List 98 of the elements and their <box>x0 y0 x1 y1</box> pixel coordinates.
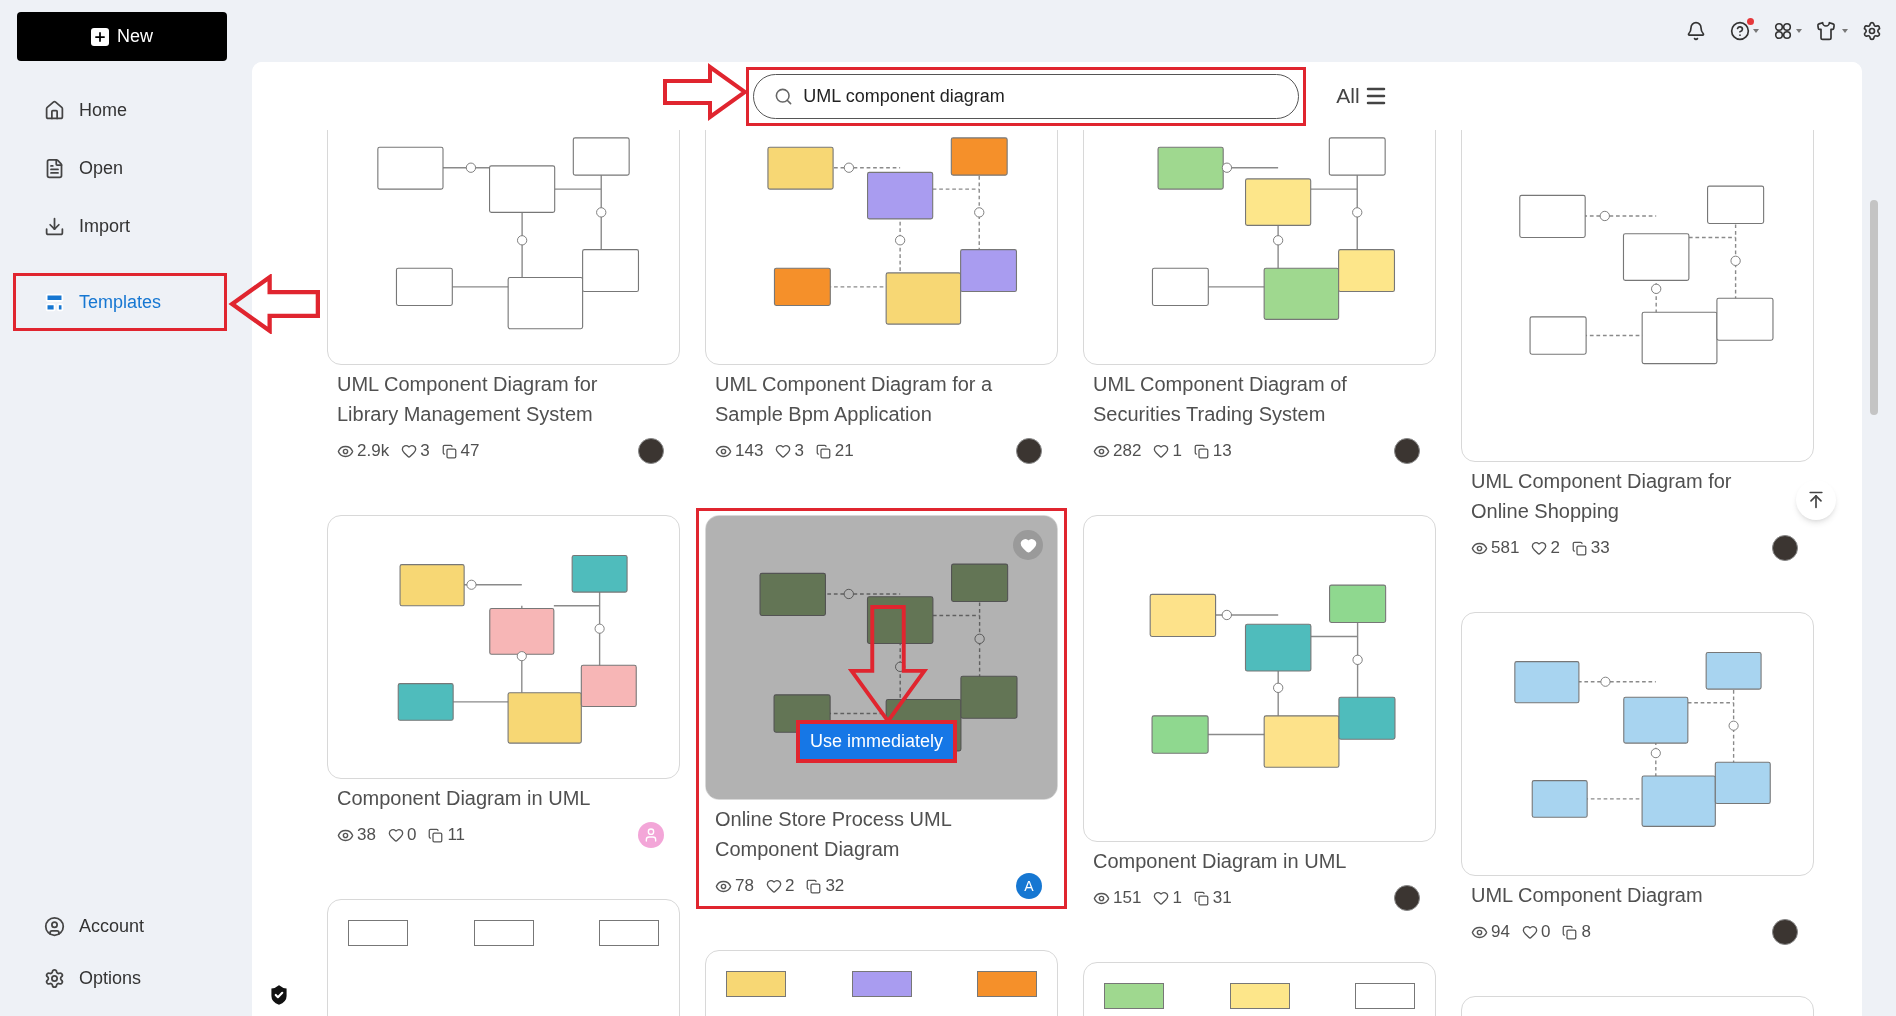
heart-icon <box>1019 536 1037 554</box>
like-icon <box>765 878 782 894</box>
caret-icon[interactable] <box>1753 29 1759 33</box>
nav-item[interactable]: Options <box>16 952 224 1004</box>
template-title[interactable]: Online Store Process UML Component Diagram <box>715 804 1018 864</box>
nav-icon <box>44 291 65 313</box>
like-icon <box>401 443 418 459</box>
nav-icon <box>44 215 65 237</box>
views-count: 581 <box>1491 537 1520 560</box>
scroll-to-top-button[interactable] <box>1796 480 1836 520</box>
template-thumbnail[interactable] <box>327 515 680 779</box>
template-title[interactable]: UML Component Diagram for a Sample Bpm Application <box>715 369 1018 429</box>
template-title[interactable]: UML Component Diagram for Library Management System <box>337 369 640 429</box>
search-input[interactable]: UML component diagram <box>803 82 1279 110</box>
template-title[interactable]: UML Component Diagram for Online Shopping <box>1471 466 1774 526</box>
copies-count: 33 <box>1590 537 1610 560</box>
new-button[interactable]: New <box>17 12 227 61</box>
views-count: 2.9k <box>357 440 390 463</box>
copy-icon <box>1562 924 1578 940</box>
copies-count: 8 <box>1581 921 1591 944</box>
template-title[interactable]: Component Diagram in UML <box>337 783 640 813</box>
copies-count: 32 <box>825 875 845 898</box>
copies-count: 31 <box>1212 887 1232 910</box>
copy-icon <box>428 827 444 843</box>
favorite-button[interactable] <box>1013 530 1043 560</box>
use-immediately-button[interactable]: Use immediately <box>800 724 954 759</box>
gear-icon <box>44 967 65 989</box>
copy-icon <box>1193 890 1209 906</box>
shirt-icon[interactable] <box>1816 21 1836 41</box>
nav-item[interactable]: Templates <box>16 276 224 328</box>
avatar-photo[interactable] <box>638 438 664 464</box>
copies-count: 21 <box>834 440 854 463</box>
views-count: 78 <box>735 875 754 898</box>
diagram-box <box>348 920 408 946</box>
template-title[interactable]: Component Diagram in UML <box>1093 846 1396 876</box>
apps-icon[interactable] <box>1773 21 1793 41</box>
copy-icon <box>441 443 457 459</box>
diagram-box <box>1104 983 1164 1009</box>
likes-count: 3 <box>794 440 804 463</box>
nav-item[interactable]: Account <box>16 900 224 952</box>
arrow-up-icon <box>1806 490 1826 510</box>
copy-icon <box>1193 443 1209 459</box>
template-title[interactable]: UML Component Diagram <box>1471 880 1774 910</box>
like-icon <box>387 827 404 843</box>
nav-icon <box>44 157 65 179</box>
diagram-box <box>977 971 1037 997</box>
likes-count: 3 <box>420 440 430 463</box>
diagram-box <box>1355 983 1415 1009</box>
avatar-photo[interactable] <box>1016 438 1042 464</box>
views-count: 282 <box>1113 440 1142 463</box>
scrollbar-thumb[interactable] <box>1870 200 1878 415</box>
likes-count: 1 <box>1172 887 1182 910</box>
help-icon[interactable] <box>1730 21 1750 41</box>
search-icon <box>774 86 794 106</box>
like-icon <box>1531 540 1548 556</box>
views-count: 143 <box>735 440 764 463</box>
template-thumbnail[interactable] <box>1461 612 1814 876</box>
views-count: 94 <box>1491 921 1510 944</box>
nav-item[interactable]: Open <box>16 142 224 194</box>
diagram-box <box>726 971 786 997</box>
avatar-photo[interactable] <box>1772 919 1798 945</box>
caret-icon[interactable] <box>1842 29 1848 33</box>
avatar-photo[interactable] <box>1772 535 1798 561</box>
like-icon <box>1153 890 1170 906</box>
diagram-box <box>1229 983 1290 1009</box>
copies-count: 47 <box>460 440 480 463</box>
copy-icon <box>806 878 822 894</box>
caret-icon[interactable] <box>1796 29 1802 33</box>
nav-item[interactable]: Import <box>16 200 224 252</box>
copies-count: 11 <box>447 824 466 847</box>
likes-count: 2 <box>784 875 795 898</box>
likes-count: 1 <box>1172 440 1182 463</box>
nav-icon <box>44 99 65 121</box>
plus-icon <box>91 27 109 46</box>
notification-icon[interactable] <box>1686 21 1706 41</box>
template-title[interactable]: UML Component Diagram of Securities Trading System <box>1093 369 1396 429</box>
template-thumbnail[interactable]: Use immediately <box>705 515 1058 800</box>
like-icon <box>1153 443 1170 459</box>
nav-item[interactable]: Home <box>16 84 224 136</box>
copies-count: 13 <box>1212 440 1232 463</box>
filter-button[interactable]: All <box>1336 80 1388 112</box>
avatar-photo[interactable] <box>1394 885 1420 911</box>
user-icon <box>44 915 65 937</box>
like-icon <box>1521 924 1538 940</box>
likes-count: 0 <box>1540 921 1551 944</box>
diagram-box <box>473 920 534 946</box>
avatar[interactable]: A <box>1016 873 1042 899</box>
avatar-photo[interactable] <box>1394 438 1420 464</box>
likes-count: 2 <box>1550 537 1560 560</box>
views-count: 151 <box>1113 887 1142 910</box>
copy-icon <box>815 443 831 459</box>
views-count: 38 <box>357 824 376 847</box>
like-icon <box>775 443 792 459</box>
diagram-box <box>599 920 659 946</box>
diagram-box <box>851 971 912 997</box>
copy-icon <box>1571 540 1587 556</box>
settings-icon[interactable] <box>1862 21 1882 41</box>
likes-count: 0 <box>406 824 417 847</box>
